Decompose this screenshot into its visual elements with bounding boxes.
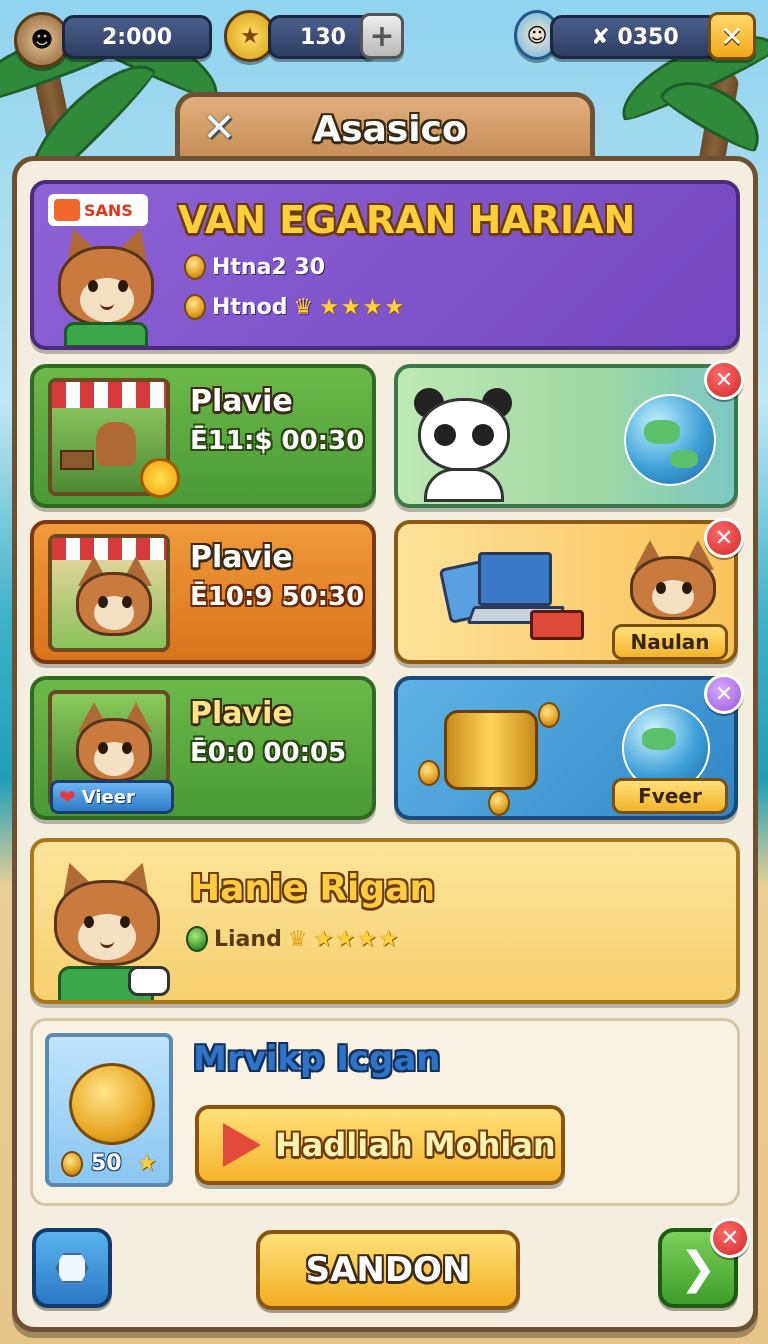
featured-daily-card[interactable]: SANS VAN EGARAN HARIAN Htna2 30 Htnod ♛ …	[30, 180, 740, 350]
globe-icon	[624, 394, 716, 486]
currency-3-value: ✘ 0350	[591, 24, 679, 50]
bonus-thumbnail: 50 ★	[45, 1033, 173, 1187]
panda-icon	[414, 388, 514, 502]
signpost-icon	[60, 450, 94, 470]
quest-2-timer: Ē10:9 50:30	[190, 582, 365, 612]
coin-icon	[184, 294, 206, 320]
reward-2-close-button[interactable]: ✕	[704, 518, 744, 558]
quest-3-timer: Ē0:0 00:05	[190, 738, 347, 768]
event-title: Hanie Rigan	[190, 868, 436, 909]
cat-mascot-icon	[54, 223, 164, 346]
currency-2-value: 130	[300, 24, 346, 50]
cat-icon	[74, 702, 154, 792]
quest-1-title: Plavie	[190, 384, 293, 419]
quest-3-tag-label: Vieer	[81, 786, 135, 808]
reward-card-1[interactable]	[394, 364, 738, 508]
settings-button[interactable]	[32, 1228, 112, 1308]
cat-mascot-icon	[48, 857, 170, 1000]
dialog-title-tab: ✕ Asasico	[175, 92, 595, 162]
bonus-amount: 50	[91, 1151, 122, 1176]
quest-1-timer: Ē11:$ 00:30	[190, 426, 365, 456]
reward-card-2[interactable]: Naulan	[394, 520, 738, 664]
dog-icon	[96, 422, 136, 466]
coin-bag-icon	[69, 1063, 155, 1145]
cat-icon	[628, 540, 718, 620]
featured-line-2-text: Htnod	[212, 294, 288, 320]
coin-icon	[488, 790, 510, 816]
coin-scroll-icon	[444, 710, 538, 790]
close-icon: ✕	[720, 1225, 740, 1251]
sans-badge: SANS	[48, 194, 148, 226]
event-rating-stars: ★★★★	[313, 926, 401, 952]
close-icon: ✕	[714, 367, 734, 393]
trophy-icon: ♛	[287, 926, 308, 952]
event-line: Liand ♛ ★★★★	[186, 926, 400, 952]
brand-logo-icon	[54, 199, 80, 221]
badge-label: SANS	[84, 200, 133, 220]
reward-2-claim-button[interactable]: Naulan	[612, 624, 728, 660]
event-card[interactable]: Hanie Rigan Liand ♛ ★★★★	[30, 838, 740, 1004]
reward-card-3[interactable]: Fveer	[394, 676, 738, 820]
quest-card-3[interactable]: ❤ Vieer Plavie Ē0:0 00:05	[30, 676, 376, 820]
currency-1-value: 2:000	[101, 24, 173, 50]
footer-close-button[interactable]: ✕	[710, 1218, 750, 1258]
sandon-button-label: SANDON	[305, 1250, 471, 1290]
close-icon: ✕	[714, 525, 734, 551]
bonus-button-label: Hadliah Mohian	[275, 1126, 556, 1164]
plus-icon: +	[369, 18, 395, 54]
hexagon-gear-icon	[55, 1252, 89, 1284]
featured-line-2: Htnod ♛ ★★★★	[184, 294, 406, 320]
close-icon: ✕	[720, 19, 744, 53]
quest-3-tag[interactable]: ❤ Vieer	[50, 780, 174, 814]
cat-icon	[74, 556, 154, 646]
coin-icon	[538, 702, 560, 728]
reward-2-button-label: Naulan	[630, 630, 710, 654]
reward-3-close-button[interactable]: ✕	[704, 674, 744, 714]
event-line-text: Liand	[214, 926, 282, 952]
dialog-title: Asasico	[313, 109, 467, 150]
badge-burst-icon	[140, 458, 180, 498]
coin-icon	[184, 254, 206, 280]
coin-icon	[418, 760, 440, 786]
featured-line-1-text: Htna2 30	[212, 254, 326, 280]
bonus-title: Mrvikp Icgan	[193, 1039, 441, 1079]
close-icon: ✕	[714, 681, 734, 707]
quest-card-2[interactable]: Plavie Ē10:9 50:30	[30, 520, 376, 664]
gamepad-icon	[128, 966, 170, 996]
chevron-right-icon: ❯	[679, 1242, 717, 1294]
hud-close-button[interactable]: ✕	[708, 12, 756, 60]
star-icon: ★	[137, 1151, 159, 1176]
quest-2-title: Plavie	[190, 540, 293, 575]
bonus-card[interactable]: 50 ★ Mrvikp Icgan Hadliah Mohian	[30, 1018, 740, 1206]
reward-3-claim-button[interactable]: Fveer	[612, 778, 728, 814]
quest-card-1[interactable]: Plavie Ē11:$ 00:30	[30, 364, 376, 508]
heart-icon: ❤	[59, 785, 76, 809]
coin-icon	[61, 1151, 83, 1177]
reward-3-button-label: Fveer	[638, 784, 702, 808]
currency-3-counter: ✘ 0350	[550, 15, 720, 59]
add-currency-button[interactable]: +	[360, 13, 404, 59]
gem-icon	[186, 926, 208, 952]
play-store-icon	[223, 1123, 261, 1167]
quest-2-thumbnail	[48, 534, 170, 652]
sandon-button[interactable]: SANDON	[256, 1230, 520, 1310]
bonus-claim-button[interactable]: Hadliah Mohian	[195, 1105, 565, 1185]
rating-stars: ★★★★	[319, 294, 407, 320]
trophy-icon: ♛	[293, 294, 314, 320]
reward-1-close-button[interactable]: ✕	[704, 360, 744, 400]
gadgets-icon	[434, 550, 584, 646]
quest-3-title: Plavie	[190, 696, 293, 731]
currency-1-counter: 2:000	[62, 15, 212, 59]
featured-title: VAN EGARAN HARIAN	[178, 198, 636, 242]
featured-line-1: Htna2 30	[184, 254, 325, 280]
